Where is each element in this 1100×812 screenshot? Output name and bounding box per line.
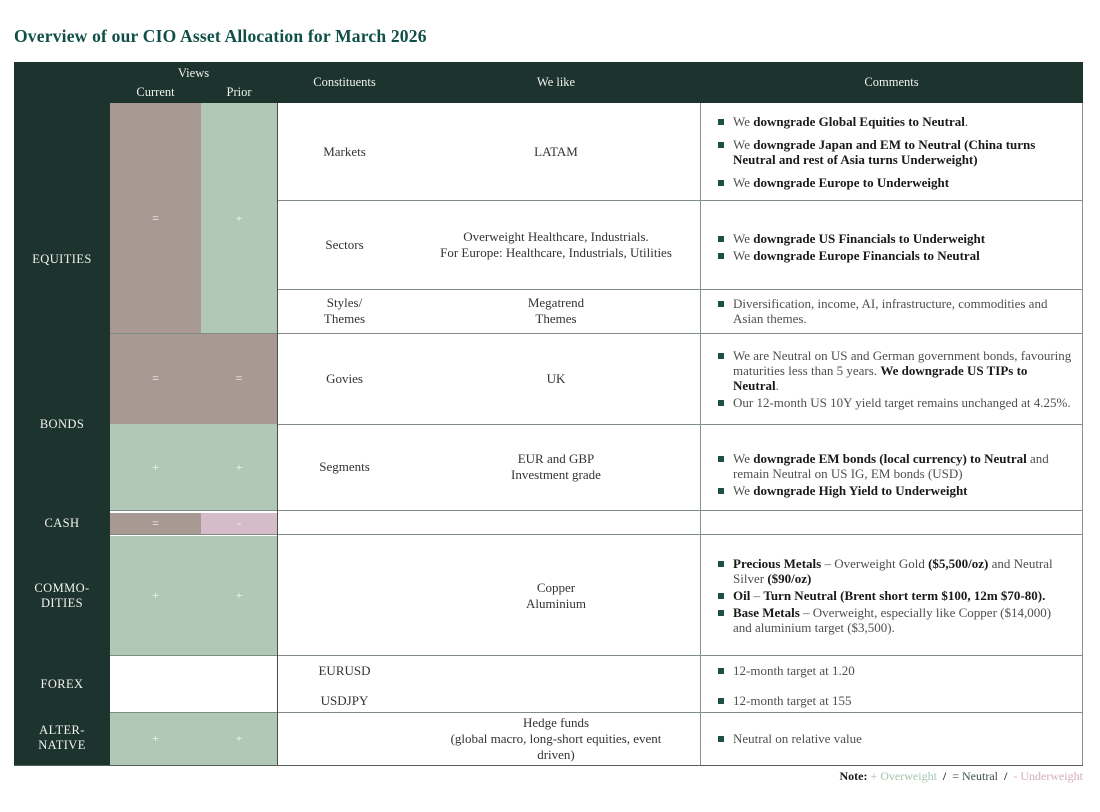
sidebar-label-equities: EQUITIES (14, 252, 110, 267)
we-like-styles: Megatrend Themes (412, 289, 700, 333)
bullet-icon (718, 456, 724, 462)
comment-item: We are Neutral on US and German governme… (718, 348, 1073, 393)
section-divider (110, 510, 1083, 511)
comments-eurusd: 12-month target at 1.20 (700, 657, 1083, 684)
comment-item: We downgrade Europe Financials to Neutra… (718, 248, 1073, 263)
comments-markets: We downgrade Global Equities to Neutral.… (700, 103, 1083, 200)
view-govies: = = (110, 333, 277, 424)
we-like-segments: EUR and GBP Investment grade (412, 424, 700, 510)
comments-sectors: We downgrade US Financials to Underweigh… (700, 200, 1083, 289)
constituent-usdjpy: USDJPY (277, 687, 412, 714)
page-title: Overview of our CIO Asset Allocation for… (14, 26, 427, 47)
bullet-icon (718, 353, 724, 359)
bullet-icon (718, 736, 724, 742)
comments-alternative: Neutral on relative value (700, 712, 1083, 765)
view-alternative: + + (110, 712, 277, 765)
row-divider (277, 424, 1083, 425)
legend-separator: / (1001, 769, 1010, 783)
bullet-icon (718, 142, 724, 148)
sidebar-label-cash: CASH (14, 516, 110, 531)
asset-class-sidebar: EQUITIES BONDS CASH COMMO- DITIES FOREX … (14, 103, 110, 765)
comment-item: Oil – Turn Neutral (Brent short term $10… (718, 588, 1073, 603)
section-divider (110, 655, 1083, 656)
legend-overweight: + Overweight (870, 769, 936, 783)
column-border (277, 103, 278, 765)
we-like-govies: UK (412, 333, 700, 424)
bullet-icon (718, 253, 724, 259)
sidebar-label-bonds: BONDS (14, 417, 110, 432)
cio-asset-allocation-page: Overview of our CIO Asset Allocation for… (0, 0, 1100, 812)
bullet-icon (718, 698, 724, 704)
row-divider (277, 289, 1083, 290)
bullet-icon (718, 561, 724, 567)
comment-item: We downgrade EM bonds (local currency) t… (718, 451, 1073, 481)
comments-govies: We are Neutral on US and German governme… (700, 333, 1083, 424)
constituent-segments: Segments (277, 424, 412, 510)
header-we-like: We like (412, 62, 700, 103)
sidebar-label-commodities: COMMO- DITIES (14, 581, 110, 611)
view-segments: + + (110, 424, 277, 510)
table-bottom-border (14, 765, 1083, 766)
allocation-table: Views Current Prior Constituents We like… (14, 62, 1083, 765)
comment-item: Neutral on relative value (718, 731, 1073, 746)
comment-item: We downgrade High Yield to Underweight (718, 483, 1073, 498)
legend-note: Note: + Overweight / = Neutral / - Under… (840, 769, 1084, 784)
comments-commodities: Precious Metals – Overweight Gold ($5,50… (700, 536, 1083, 655)
we-like-markets: LATAM (412, 103, 700, 200)
note-label: Note: (840, 769, 868, 783)
header-views: Views (110, 66, 277, 81)
we-like-commodities: Copper Aluminium (412, 536, 700, 655)
comment-item: We downgrade Europe to Underweight (718, 175, 1073, 190)
view-commodities: + + (110, 536, 277, 655)
comment-item: We downgrade US Financials to Underweigh… (718, 231, 1073, 246)
bullet-icon (718, 180, 724, 186)
column-border (700, 103, 701, 765)
section-divider (110, 333, 1083, 334)
view-cash-prior: - (201, 513, 277, 534)
header-prior: Prior (201, 85, 277, 100)
table-right-border (1082, 103, 1083, 765)
legend-separator: / (940, 769, 949, 783)
constituent-styles-themes: Styles/ Themes (277, 289, 412, 333)
header-comments: Comments (700, 62, 1083, 103)
comment-item: 12-month target at 1.20 (718, 663, 1073, 678)
bullet-icon (718, 119, 724, 125)
bullet-icon (718, 301, 724, 307)
bullet-icon (718, 668, 724, 674)
section-divider (110, 534, 1083, 535)
comment-item: Our 12-month US 10Y yield target remains… (718, 395, 1073, 410)
bullet-icon (718, 236, 724, 242)
view-cash-current: = (110, 513, 201, 534)
table-header: Views Current Prior Constituents We like… (14, 62, 1083, 103)
bullet-icon (718, 593, 724, 599)
comment-item: 12-month target at 155 (718, 693, 1073, 708)
comments-segments: We downgrade EM bonds (local currency) t… (700, 424, 1083, 510)
comments-styles: Diversification, income, AI, infrastruct… (700, 289, 1083, 333)
view-equities-prior: + (201, 103, 277, 333)
we-like-alternative: Hedge funds (global macro, long-short eq… (412, 712, 700, 765)
sidebar-label-alternative: ALTER- NATIVE (14, 723, 110, 753)
legend-neutral: = Neutral (952, 769, 998, 783)
header-constituents: Constituents (277, 62, 412, 103)
comment-item: We downgrade Japan and EM to Neutral (Ch… (718, 137, 1073, 167)
bullet-icon (718, 400, 724, 406)
bullet-icon (718, 488, 724, 494)
sidebar-label-forex: FOREX (14, 677, 110, 692)
comments-usdjpy: 12-month target at 155 (700, 687, 1083, 714)
constituent-govies: Govies (277, 333, 412, 424)
legend-underweight: - Underweight (1013, 769, 1083, 783)
section-divider (110, 712, 1083, 713)
row-divider (277, 200, 1083, 201)
comment-item: Base Metals – Overweight, especially lik… (718, 605, 1073, 635)
comment-item: Precious Metals – Overweight Gold ($5,50… (718, 556, 1073, 586)
comment-item: Diversification, income, AI, infrastruct… (718, 296, 1073, 326)
we-like-sectors: Overweight Healthcare, Industrials. For … (412, 200, 700, 289)
constituent-markets: Markets (277, 103, 412, 200)
constituent-sectors: Sectors (277, 200, 412, 289)
comment-item: We downgrade Global Equities to Neutral. (718, 114, 1073, 129)
header-current: Current (110, 85, 201, 100)
view-equities-current: = (110, 103, 201, 333)
constituent-eurusd: EURUSD (277, 657, 412, 684)
bullet-icon (718, 610, 724, 616)
